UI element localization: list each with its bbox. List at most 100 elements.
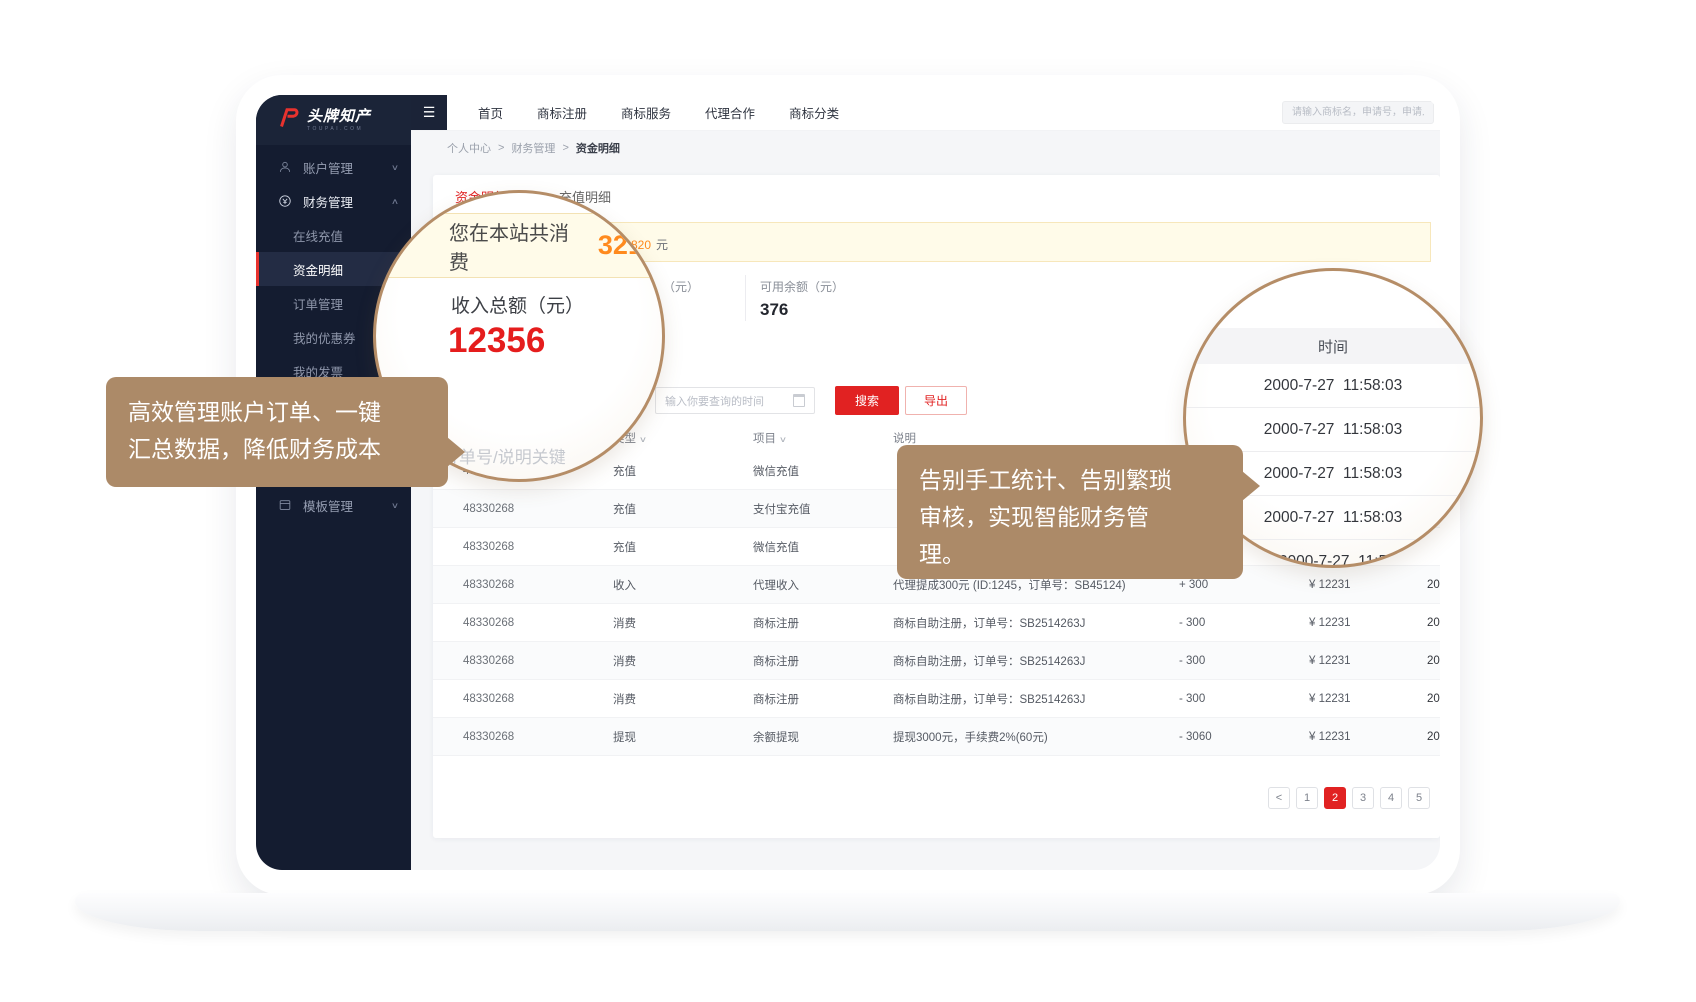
pagination-page-3[interactable]: 3 xyxy=(1352,787,1374,809)
nav-link-商标分类[interactable]: 商标分类 xyxy=(789,103,839,122)
cell-order-no: 48330268 xyxy=(463,617,613,629)
user-icon xyxy=(278,160,293,175)
cell-order-no: 48330268 xyxy=(463,579,613,591)
callout-right-text: 告别手工统计、告别繁琐 xyxy=(919,467,1172,493)
pagination: <12345 xyxy=(1268,787,1430,809)
brand-name: 头牌知产 xyxy=(307,109,371,124)
breadcrumb-item[interactable]: 个人中心 xyxy=(447,140,491,156)
cell-balance: ¥ 12231 xyxy=(1303,731,1403,743)
table-header-cell: 项目∨ xyxy=(753,430,893,446)
table-row: 48330268消费商标注册商标自助注册，订单号：SB2514263J- 300… xyxy=(433,604,1440,642)
pagination-page-4[interactable]: 4 xyxy=(1380,787,1402,809)
magnified-income-value: 12356 xyxy=(448,321,545,361)
cell-amount: + 300 xyxy=(1173,579,1303,591)
global-search-input[interactable] xyxy=(1282,101,1434,124)
sidebar-item-label: 模板管理 xyxy=(303,496,392,515)
sidebar-item-账户管理[interactable]: 账户管理∨ xyxy=(256,150,411,184)
cell-balance: ¥ 12231 xyxy=(1303,617,1403,629)
nav-link-商标注册[interactable]: 商标注册 xyxy=(537,103,587,122)
cell-order-no: 48330268 xyxy=(463,731,613,743)
callout-left-text: 汇总数据，降低财务成本 xyxy=(128,436,381,462)
cell-project: 商标注册 xyxy=(753,653,893,669)
export-button[interactable]: 导出 xyxy=(905,386,967,415)
pagination-page-2[interactable]: 2 xyxy=(1324,787,1346,809)
magnified-banner-prefix: 您在本站共消费 xyxy=(449,217,588,275)
table-header-cell: 说明 xyxy=(893,430,1173,446)
date-filter-input[interactable]: 输入你要查询的时间 xyxy=(655,387,815,414)
cell-type: 充值 xyxy=(613,539,753,555)
coin-icon xyxy=(278,194,293,209)
cell-time: 2000-7-27 11:58:03 xyxy=(1403,655,1440,667)
table-row: 48330268消费商标注册商标自助注册，订单号：SB2514263J- 300… xyxy=(433,680,1440,718)
magnified-income-label: 收入总额（元） xyxy=(451,291,584,318)
sidebar-item-label: 账户管理 xyxy=(303,158,392,177)
magnified-banner-amount: 32124 xyxy=(598,230,665,261)
callout-right-text: 审核，实现智能财务管 xyxy=(919,504,1149,530)
callout-left: 高效管理账户订单、一键汇总数据，降低财务成本 xyxy=(106,377,448,487)
cell-balance: ¥ 12231 xyxy=(1303,655,1403,667)
search-button[interactable]: 搜索 xyxy=(835,386,899,415)
callout-left-text: 高效管理账户订单、一键 xyxy=(128,399,381,425)
cell-amount: - 3060 xyxy=(1173,731,1303,743)
cell-time: 2000-7-27 11:58:03 xyxy=(1403,693,1440,705)
stat-balance-label: 可用余额（元） xyxy=(760,278,844,295)
cell-type: 消费 xyxy=(613,653,753,669)
top-nav: 首页 商标注册 商标服务 代理合作 商标分类 xyxy=(478,103,839,122)
cell-description: 商标自助注册，订单号：SB2514263J xyxy=(893,653,1173,669)
cell-time: 2000-7-27 11:58:03 xyxy=(1403,731,1440,743)
breadcrumb-separator: > xyxy=(498,142,504,154)
brand-logo-icon xyxy=(278,107,300,134)
magnified-time-value: 2000-7-27 11:58:03 xyxy=(1183,364,1483,408)
chevron-down-icon[interactable]: ∨ xyxy=(779,435,787,444)
cell-amount: - 300 xyxy=(1173,693,1303,705)
cell-description: 提现3000元，手续费2%(60元) xyxy=(893,729,1173,745)
cell-project: 代理收入 xyxy=(753,577,893,593)
cell-order-no: 48330268 xyxy=(463,655,613,667)
cell-order-no: 48330268 xyxy=(463,541,613,553)
cell-type: 充值 xyxy=(613,463,753,479)
cell-order-no: 48330268 xyxy=(463,693,613,705)
cell-project: 商标注册 xyxy=(753,615,893,631)
calendar-icon xyxy=(793,394,805,407)
breadcrumb-item[interactable]: 资金明细 xyxy=(576,140,620,156)
cell-balance: ¥ 12231 xyxy=(1303,579,1403,591)
breadcrumb-item[interactable]: 财务管理 xyxy=(511,140,555,156)
chevron-down-icon[interactable]: ∨ xyxy=(639,435,647,444)
cell-time: 2000-7-27 11:58:03 xyxy=(1403,617,1440,629)
page: 头牌知产 TOUPAI.COM 账户管理∨财务管理∧在线充值资金明细订单管理我的… xyxy=(0,0,1696,1002)
cell-order-no: 48330268 xyxy=(463,503,613,515)
cell-amount: - 300 xyxy=(1173,655,1303,667)
pagination-page-5[interactable]: 5 xyxy=(1408,787,1430,809)
cell-description: 商标自助注册，订单号：SB2514263J xyxy=(893,691,1173,707)
cell-type: 提现 xyxy=(613,729,753,745)
nav-link-首页[interactable]: 首页 xyxy=(478,103,503,122)
cell-type: 收入 xyxy=(613,577,753,593)
stat-balance-value: 376 xyxy=(760,300,788,320)
pagination-prev[interactable]: < xyxy=(1268,787,1290,809)
callout-right: 告别手工统计、告别繁琐审核，实现智能财务管理。 xyxy=(897,445,1243,579)
template-icon xyxy=(278,498,293,513)
callout-right-text: 理。 xyxy=(919,541,965,567)
hamburger-menu-icon[interactable]: ☰ xyxy=(411,95,447,130)
table-row: 48330268提现余额提现提现3000元，手续费2%(60元)- 3060¥ … xyxy=(433,718,1440,756)
cell-project: 支付宝充值 xyxy=(753,501,893,517)
chevron-up-icon: ∧ xyxy=(391,197,399,206)
laptop-base xyxy=(75,893,1620,931)
breadcrumb-separator: > xyxy=(562,142,568,154)
cell-time: 2000-7-27 11:58:03 xyxy=(1403,579,1440,591)
nav-link-代理合作[interactable]: 代理合作 xyxy=(705,103,755,122)
table-header-cell: 类型∨ xyxy=(613,430,753,446)
table-row: 48330268消费商标注册商标自助注册，订单号：SB2514263J- 300… xyxy=(433,642,1440,680)
magnified-time-header: 时间 xyxy=(1183,328,1483,364)
pagination-page-1[interactable]: 1 xyxy=(1296,787,1318,809)
cell-amount: - 300 xyxy=(1173,617,1303,629)
sidebar-item-模板管理[interactable]: 模板管理∨ xyxy=(256,488,411,522)
date-filter-placeholder: 输入你要查询的时间 xyxy=(665,393,764,409)
cell-project: 余额提现 xyxy=(753,729,893,745)
topbar: ☰ 首页 商标注册 商标服务 代理合作 商标分类 xyxy=(411,95,1440,131)
stats-divider xyxy=(745,275,746,321)
nav-link-商标服务[interactable]: 商标服务 xyxy=(621,103,671,122)
cell-project: 微信充值 xyxy=(753,539,893,555)
cell-type: 消费 xyxy=(613,691,753,707)
cell-type: 消费 xyxy=(613,615,753,631)
